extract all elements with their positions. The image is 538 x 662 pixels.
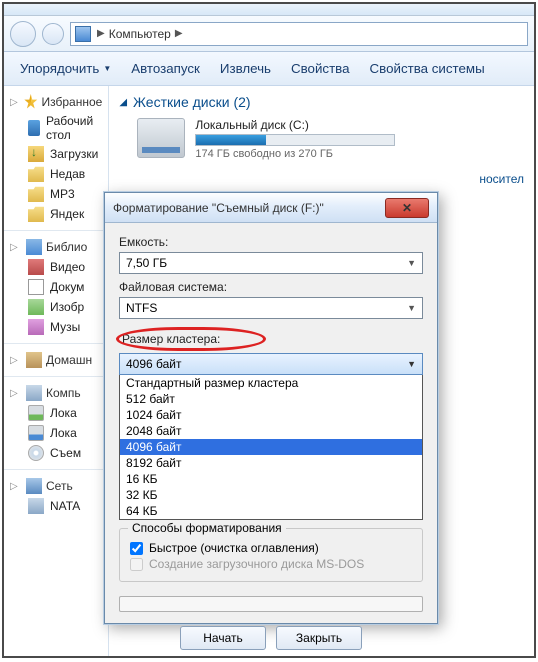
cluster-option[interactable]: Стандартный размер кластера — [120, 375, 422, 391]
window-titlebar — [4, 4, 534, 16]
toolbar: Упорядочить▼ Автозапуск Извлечь Свойства… — [4, 52, 534, 86]
chevron-right-icon: ▶ — [175, 28, 183, 39]
library-icon — [26, 239, 42, 255]
folder-icon — [28, 206, 44, 222]
cluster-size-label: Размер кластера: — [119, 332, 423, 346]
cluster-option[interactable]: 4096 байт — [120, 439, 422, 455]
dialog-titlebar[interactable]: Форматирование "Съемный диск (F:)" ✕ — [105, 193, 437, 223]
chevron-down-icon: ▼ — [407, 303, 416, 313]
close-button[interactable]: ✕ — [385, 198, 429, 218]
sidebar-item-pictures[interactable]: Изобр — [4, 297, 108, 317]
progress-bar — [119, 596, 423, 612]
drive-item[interactable]: Локальный диск (C:) 174 ГБ свободно из 2… — [119, 118, 524, 160]
sidebar-item-mp3[interactable]: MP3 — [4, 184, 108, 204]
sidebar-item-removable[interactable]: Съем — [4, 443, 108, 463]
cluster-option[interactable]: 8192 байт — [120, 455, 422, 471]
cluster-option[interactable]: 1024 байт — [120, 407, 422, 423]
start-button[interactable]: Начать — [180, 626, 266, 650]
sidebar-item-recent[interactable]: Недав — [4, 164, 108, 184]
star-icon — [24, 94, 37, 110]
hdd-icon — [137, 118, 185, 158]
organize-button[interactable]: Упорядочить▼ — [12, 57, 119, 80]
address-bar: ▶ Компьютер ▶ — [4, 16, 534, 52]
video-icon — [28, 259, 44, 275]
format-dialog: Форматирование "Съемный диск (F:)" ✕ Емк… — [104, 192, 438, 624]
cluster-size-dropdown: Стандартный размер кластера512 байт1024 … — [119, 375, 423, 520]
removable-icon — [28, 445, 44, 461]
breadcrumb-root[interactable]: Компьютер — [109, 27, 171, 41]
computer-icon — [26, 385, 42, 401]
drive-icon — [28, 425, 44, 441]
computer-icon — [75, 26, 91, 42]
chevron-down-icon: ◢ — [119, 97, 127, 108]
sidebar-favorites-header[interactable]: ▷Избранное — [4, 92, 108, 112]
format-options-group: Способы форматирования Быстрое (очистка … — [119, 528, 423, 582]
breadcrumb-box[interactable]: ▶ Компьютер ▶ — [70, 22, 528, 46]
downloads-icon — [28, 146, 44, 162]
format-options-title: Способы форматирования — [128, 521, 286, 535]
document-icon — [28, 279, 44, 295]
music-icon — [28, 319, 44, 335]
quick-format-checkbox[interactable]: Быстрое (очистка оглавления) — [130, 541, 412, 555]
drive-icon — [28, 405, 44, 421]
breadcrumb: ▶ Компьютер ▶ — [97, 27, 183, 41]
sidebar-item-local2[interactable]: Лока — [4, 423, 108, 443]
cluster-option[interactable]: 16 КБ — [120, 471, 422, 487]
sidebar-network-header[interactable]: ▷Сеть — [4, 476, 108, 496]
cluster-option[interactable]: 32 КБ — [120, 487, 422, 503]
chevron-down-icon: ▼ — [407, 258, 416, 268]
sidebar-homegroup-header[interactable]: ▷Домашн — [4, 350, 108, 370]
nav-forward-button[interactable] — [42, 23, 64, 45]
network-icon — [26, 478, 42, 494]
filesystem-label: Файловая система: — [119, 280, 423, 294]
drive-size: 174 ГБ свободно из 270 ГБ — [195, 148, 524, 160]
properties-button[interactable]: Свойства — [283, 57, 358, 80]
sidebar-item-nata[interactable]: NATA — [4, 496, 108, 516]
sidebar-item-videos[interactable]: Видео — [4, 257, 108, 277]
sidebar-item-documents[interactable]: Докум — [4, 277, 108, 297]
close-icon: ✕ — [402, 201, 412, 215]
homegroup-icon — [26, 352, 42, 368]
sidebar: ▷Избранное Рабочий стол Загрузки Недав M… — [4, 86, 109, 656]
cluster-option[interactable]: 64 КБ — [120, 503, 422, 519]
system-properties-button[interactable]: Свойства системы — [362, 57, 493, 80]
msdos-boot-checkbox: Создание загрузочного диска MS-DOS — [130, 557, 412, 571]
dialog-title: Форматирование "Съемный диск (F:)" — [113, 201, 324, 215]
drive-usage-bar — [195, 134, 395, 146]
capacity-combo[interactable]: 7,50 ГБ▼ — [119, 252, 423, 274]
cluster-size-combo[interactable]: 4096 байт▼ — [119, 353, 423, 375]
autorun-button[interactable]: Автозапуск — [123, 57, 208, 80]
sidebar-item-local1[interactable]: Лока — [4, 403, 108, 423]
filesystem-combo[interactable]: NTFS▼ — [119, 297, 423, 319]
eject-button[interactable]: Извлечь — [212, 57, 279, 80]
chevron-right-icon: ▶ — [97, 28, 105, 39]
drive-name: Локальный диск (C:) — [195, 118, 524, 132]
devices-header: носител — [119, 172, 524, 186]
sidebar-item-music[interactable]: Музы — [4, 317, 108, 337]
cluster-option[interactable]: 2048 байт — [120, 423, 422, 439]
nav-back-button[interactable] — [10, 21, 36, 47]
close-dialog-button[interactable]: Закрыть — [276, 626, 362, 650]
desktop-icon — [28, 120, 40, 136]
picture-icon — [28, 299, 44, 315]
chevron-down-icon: ▼ — [103, 64, 111, 73]
sidebar-item-downloads[interactable]: Загрузки — [4, 144, 108, 164]
folder-icon — [28, 166, 44, 182]
chevron-down-icon: ▼ — [407, 359, 416, 369]
folder-icon — [28, 186, 44, 202]
sidebar-item-desktop[interactable]: Рабочий стол — [4, 112, 108, 144]
sidebar-libraries-header[interactable]: ▷Библио — [4, 237, 108, 257]
sidebar-item-yandex[interactable]: Яндек — [4, 204, 108, 224]
computer-icon — [28, 498, 44, 514]
hdd-section-header[interactable]: ◢Жесткие диски (2) — [119, 94, 524, 110]
cluster-option[interactable]: 512 байт — [120, 391, 422, 407]
capacity-label: Емкость: — [119, 235, 423, 249]
sidebar-computer-header[interactable]: ▷Компь — [4, 383, 108, 403]
